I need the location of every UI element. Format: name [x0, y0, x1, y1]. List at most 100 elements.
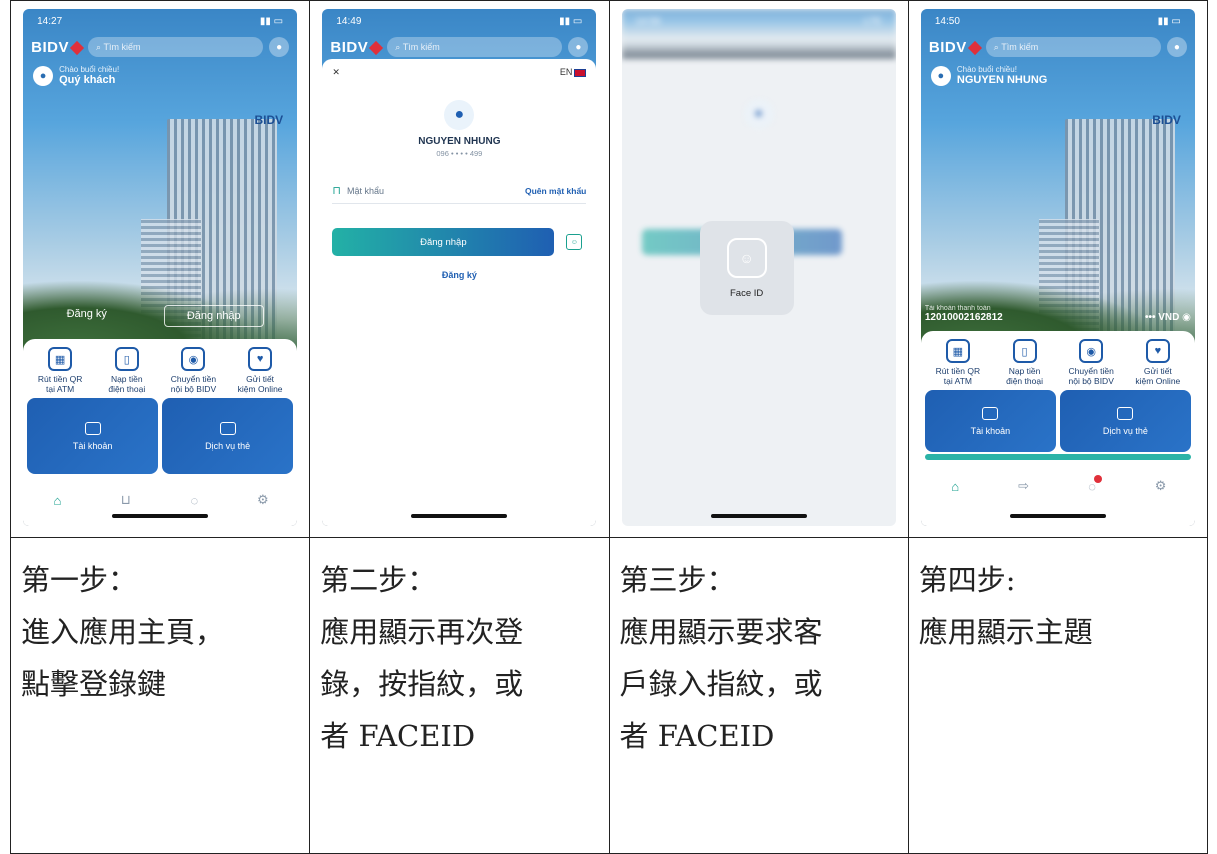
search-icon: ⌕	[993, 41, 1002, 52]
login-screen: 14:49 ▮▮ ▭ BIDV ⌕ Tìm kiếm ● ✕ EN ● NGUY…	[322, 9, 597, 526]
step-title: 第三步：	[619, 563, 736, 597]
quick-action-savings[interactable]: ♥ Gửi tiết kiệm Online	[1127, 339, 1189, 386]
status-time: 14:49	[336, 15, 362, 27]
register-button[interactable]: Đăng ký	[57, 305, 117, 327]
quick-action-qr-withdraw[interactable]: ▦ Rút tiền QR tại ATM	[29, 347, 91, 394]
greeting: ● Chào buổi chiều! NGUYEN NHUNG	[930, 65, 1047, 86]
cart-icon[interactable]: ⊔	[114, 492, 138, 508]
search-placeholder: Tìm kiếm	[103, 42, 141, 52]
account-summary[interactable]: Tài khoản thanh toán 12010002162812 ••• …	[925, 305, 1191, 323]
service-cards: Tài khoản Dịch vụ thẻ	[921, 390, 1195, 452]
search-placeholder: Tìm kiếm	[1001, 42, 1039, 52]
step2-text-cell: 第二步： 應用顯示再次登 錄，按指紋，或 者 FACEID	[309, 537, 610, 854]
bell-icon[interactable]: ◌	[182, 493, 206, 508]
wallet-icon	[982, 406, 999, 420]
quick-action-qr-withdraw[interactable]: ▦ Rút tiền QR tại ATM	[927, 339, 989, 386]
quick-action-label: Nạp tiền điện thoại	[108, 374, 146, 394]
quick-actions: ▦ Rút tiền QR tại ATM ▯ Nạp tiền điện thoạ…	[921, 331, 1195, 390]
close-icon[interactable]: ✕	[332, 67, 340, 78]
login-button[interactable]: Đăng nhập	[163, 305, 264, 327]
transfer-icon[interactable]: ⇨	[1012, 478, 1036, 494]
bell-icon[interactable]: ◌	[1080, 474, 1104, 494]
qr-code-icon: ▦	[48, 347, 73, 371]
quick-action-label: Chuyển tiền nội bộ BIDV	[1068, 366, 1114, 386]
money-icon: ◉	[181, 347, 206, 371]
user-avatar-icon: ●	[444, 100, 475, 130]
quick-action-transfer[interactable]: ◉ Chuyển tiền nội bộ BIDV	[1060, 339, 1122, 386]
home-icon[interactable]: ⌂	[45, 493, 69, 508]
quick-action-label: Chuyển tiền nội bộ BIDV	[170, 374, 217, 394]
avatar[interactable]: ●	[930, 65, 951, 86]
search-input[interactable]: ⌕ Tìm kiếm	[387, 37, 563, 57]
qr-code-icon: ▦	[945, 339, 970, 363]
brand-text: BIDV	[330, 38, 369, 56]
user-phone: 096 • • • • 499	[436, 149, 483, 158]
step1-text-cell: 第一步： 進入應用主頁， 點擊登錄鍵	[9, 537, 311, 854]
gear-icon[interactable]: ⚙	[1149, 478, 1173, 494]
microphone-icon[interactable]: ●	[269, 37, 290, 57]
quick-action-label: Gửi tiết kiệm Online	[1135, 366, 1181, 386]
notification-badge	[1094, 474, 1103, 483]
home-indicator	[1009, 514, 1106, 518]
account-line: 12010002162812 ••• VND ◉	[925, 312, 1191, 323]
step4-screenshot-cell: 14:50 ▮▮ ▭ BIDV ⌕ Tìm kiếm ● ● Chào buổi…	[907, 0, 1209, 538]
status-bar: 14:49 ▮▮ ▭	[322, 9, 596, 33]
brand-text: BIDV	[31, 38, 69, 56]
faceid-icon: ☺	[726, 237, 767, 278]
eye-icon[interactable]: ◉	[1182, 312, 1191, 323]
password-input[interactable]: Mật khẩu	[347, 186, 519, 196]
status-time: 14:50	[934, 15, 960, 27]
piggy-bank-icon: ♥	[248, 347, 273, 371]
step-description: 應用顯示主題	[918, 615, 1093, 649]
uk-flag-icon	[574, 68, 587, 77]
card-service-card[interactable]: Dịch vụ thẻ	[1059, 390, 1191, 452]
building-sign: BIDV	[1152, 113, 1181, 127]
faceid-dialog: ☺ Face ID	[699, 221, 794, 315]
search-input[interactable]: ⌕ Tìm kiếm	[985, 37, 1161, 57]
top-bar: BIDV ⌕ Tìm kiếm ●	[921, 33, 1195, 61]
faceid-screen: 14:56 LTE ● ☺ Face ID	[621, 9, 896, 526]
account-card[interactable]: Tài khoản	[924, 390, 1056, 452]
account-card[interactable]: Tài khoản	[27, 398, 159, 474]
home-screen-guest: 14:27 ▮▮ ▭ BIDV ⌕ Tìm kiếm ● ● Chào buổi…	[23, 9, 298, 526]
service-cards: Tài khoản Dịch vụ thẻ	[23, 398, 297, 474]
step-description: 應用顯示再次登 錄，按指紋，或 者 FACEID	[320, 615, 524, 753]
steps-table: 14:27 ▮▮ ▭ BIDV ⌕ Tìm kiếm ● ● Chào buổi…	[9, 0, 1209, 854]
bidv-logo: BIDV	[928, 38, 982, 56]
card-label: Dịch vụ thẻ	[205, 440, 251, 451]
language-switch[interactable]: EN	[560, 67, 587, 78]
quick-action-savings[interactable]: ♥ Gửi tiết kiệm Online	[229, 347, 291, 394]
phone-icon: ▯	[114, 347, 139, 371]
gear-icon[interactable]: ⚙	[251, 492, 275, 508]
status-time: 14:27	[37, 15, 63, 27]
card-service-card[interactable]: Dịch vụ thẻ	[162, 398, 294, 474]
step2-screenshot-cell: 14:49 ▮▮ ▭ BIDV ⌕ Tìm kiếm ● ✕ EN ● NGUY…	[309, 0, 610, 538]
register-link[interactable]: Đăng ký	[322, 270, 596, 280]
brand-text: BIDV	[928, 38, 967, 56]
status-bar: 14:50 ▮▮ ▭	[921, 9, 1195, 33]
battery-icon: ▮▮ ▭	[1157, 15, 1181, 27]
login-button[interactable]: Đăng nhập	[332, 228, 555, 256]
microphone-icon[interactable]: ●	[568, 37, 589, 57]
card-label: Tài khoản	[970, 425, 1011, 436]
building-sign: BIDV	[254, 113, 284, 127]
network-label: LTE	[864, 15, 882, 27]
user-name: NGUYEN NHUNG	[418, 136, 501, 147]
login-sheet: ✕ EN ● NGUYEN NHUNG 096 • • • • 499 ⊓ Mậ…	[322, 59, 597, 526]
quick-action-label: Gửi tiết kiệm Online	[237, 374, 283, 394]
step4-text-cell: 第四步: 應用顯示主題	[907, 537, 1209, 854]
lock-icon: ⊓	[332, 185, 341, 197]
forgot-password-link[interactable]: Quên mật khẩu	[525, 186, 586, 196]
top-bar: BIDV ⌕ Tìm kiếm ●	[322, 33, 596, 61]
home-icon[interactable]: ⌂	[943, 479, 967, 494]
avatar[interactable]: ●	[33, 65, 54, 86]
home-screen-logged-in: 14:50 ▮▮ ▭ BIDV ⌕ Tìm kiếm ● ● Chào buổi…	[920, 9, 1195, 526]
search-input[interactable]: ⌕ Tìm kiếm	[87, 37, 264, 57]
microphone-icon[interactable]: ●	[1166, 37, 1187, 57]
bidv-logo: BIDV	[330, 38, 384, 56]
quick-action-transfer[interactable]: ◉ Chuyển tiền nội bộ BIDV	[162, 347, 224, 394]
faceid-icon[interactable]: ☺	[566, 234, 583, 250]
quick-action-topup[interactable]: ▯ Nạp tiền điện thoại	[96, 347, 158, 394]
quick-action-topup[interactable]: ▯ Nạp tiền điện thoại	[994, 339, 1056, 386]
home-indicator	[411, 514, 508, 518]
